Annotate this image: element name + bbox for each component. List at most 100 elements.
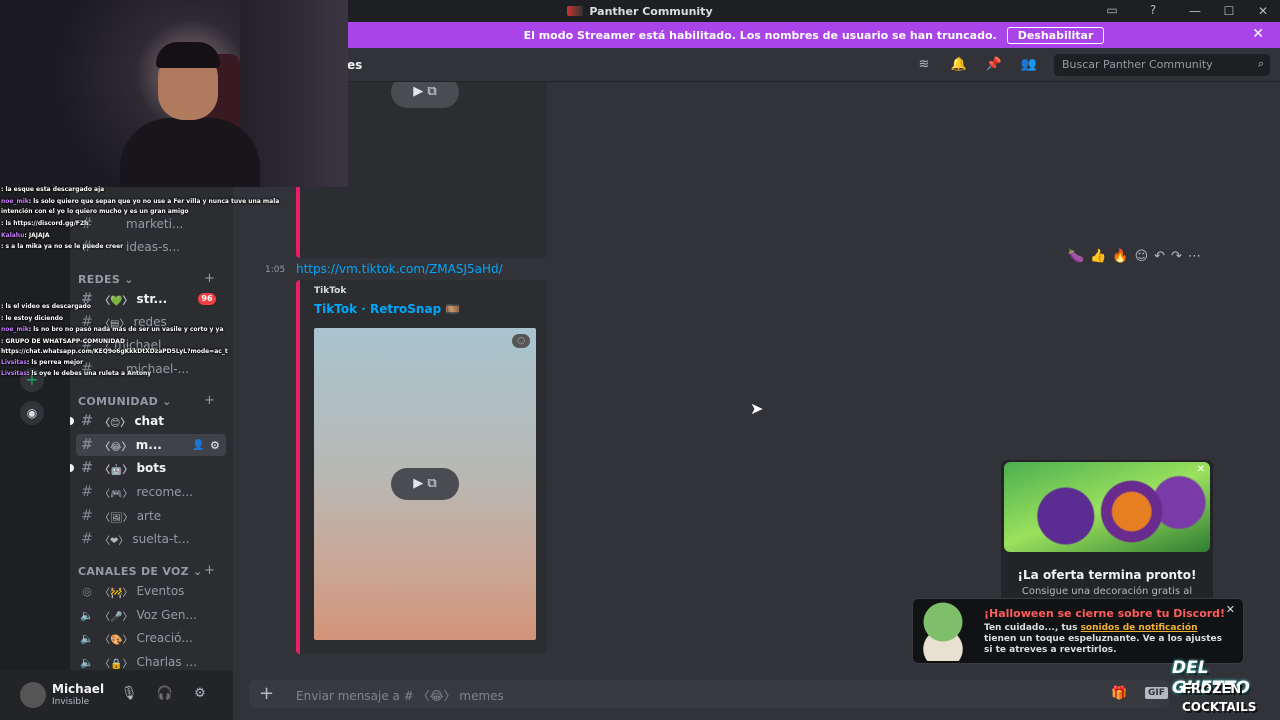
offer-title: ¡La oferta termina pronto! [1017, 568, 1197, 582]
user-panel: Michael Invisible 🎙 🎧 ⚙ [0, 670, 233, 720]
fire-reaction-icon[interactable]: 🔥 [1112, 249, 1128, 264]
thumbs-up-reaction-icon[interactable]: 👍 [1090, 249, 1106, 264]
close-window-button[interactable]: ✕ [1246, 4, 1280, 18]
close-icon[interactable]: ✕ [1226, 603, 1235, 616]
webcam-person-hair [156, 42, 220, 68]
channel-recomendaciones[interactable]: # 〈🎮〉 recome... [76, 481, 226, 503]
embed-title[interactable]: TikTok · RetroSnap 🎞️ [314, 302, 460, 316]
watermark-line2: FROZEN [1182, 682, 1242, 697]
chat-line: noe_mik: ls solo quiero que sepan que yo… [1, 198, 280, 205]
channel-label: chat [134, 414, 164, 428]
notice-text: Ten cuidado..., tus sonidos de notificac… [984, 623, 1229, 656]
channel-emoji: 〈🤖〉 [100, 464, 133, 476]
message-timestamp: 1:05 [265, 265, 286, 275]
window-title: Panther Community [567, 4, 713, 18]
notice-text-after: tienen un toque espeluznante. Ve a los a… [984, 634, 1223, 655]
message-link[interactable]: https://vm.tiktok.com/ZMASJ5aHd/ [296, 262, 503, 276]
inbox-icon[interactable]: ▭ [1103, 3, 1121, 19]
banner-text: El modo Streamer está habilitado. Los no… [523, 28, 997, 42]
stream-chat-overlay: : la esque esta descargado aja noe_mik: … [0, 186, 279, 381]
message-input[interactable]: + Enviar mensaje a # 〈😂〉 memes 🎁 GIF [249, 680, 1169, 708]
window-controls: — ☐ ✕ [1178, 0, 1280, 22]
invite-icon[interactable]: 👤 [192, 440, 204, 451]
channel-label: Charlas ... [136, 655, 197, 669]
channel-memes[interactable]: # 〈😂〉 m... 👤 ⚙ [76, 434, 226, 456]
voice-creacion[interactable]: 🔈 〈🎨〉 Creació... [76, 627, 226, 649]
channel-suelta[interactable]: # 〈❤〉 suelta-t... [76, 528, 226, 550]
add-channel-icon[interactable]: + [204, 563, 215, 578]
more-icon[interactable]: ⋯ [1188, 249, 1201, 264]
gif-button[interactable]: GIF [1145, 687, 1168, 699]
microphone-icon[interactable]: 🎙 [120, 686, 138, 704]
eggplant-reaction-icon[interactable]: 🍆 [1068, 249, 1084, 264]
chat-line: : la esque esta descargado aja [1, 186, 105, 193]
play-button[interactable]: ▶ ⧉ [391, 82, 459, 108]
chat-line: noe_mik: ls no bro no pasó nada más de s… [1, 326, 224, 333]
speaker-icon: 🔈 [80, 608, 94, 622]
embed-provider: TikTok [314, 286, 347, 296]
banner-close-icon[interactable]: ✕ [1252, 26, 1264, 42]
category-voice[interactable]: CANALES DE VOZ ⌄ [78, 565, 203, 578]
gift-icon[interactable]: 🎁 [1111, 686, 1127, 701]
threads-icon[interactable]: ≋ [915, 57, 933, 73]
gear-icon[interactable]: ⚙ [191, 686, 209, 704]
chat-line: Kalahu: JAJAJA [1, 232, 50, 239]
add-channel-icon[interactable]: + [204, 393, 215, 408]
webcam-overlay [0, 0, 348, 187]
channel-chat[interactable]: # 〈😊〉 chat [70, 410, 226, 432]
play-button[interactable]: ▶ ⧉ [391, 468, 459, 500]
speaker-locked-icon: 🔈 [80, 631, 94, 645]
channel-label: Voz Gen... [136, 608, 197, 622]
gear-icon[interactable]: ⚙ [210, 439, 220, 452]
hash-icon: # [81, 413, 93, 429]
avatar[interactable] [20, 682, 46, 708]
close-icon[interactable]: ✕ [1197, 464, 1205, 475]
channel-emoji: 〈😂〉 [100, 441, 132, 453]
message-actions: 🍆 👍 🔥 ☺ ↶ ↷ ⋯ [1068, 245, 1201, 267]
headphones-icon[interactable]: 🎧 [156, 686, 174, 704]
minimize-button[interactable]: — [1178, 4, 1212, 18]
video-thumbnail[interactable]: ◌ ▶ ⧉ [314, 328, 536, 640]
bell-icon[interactable]: 🔔 [950, 57, 968, 73]
channel-label: recome... [136, 485, 193, 499]
category-comunidad[interactable]: COMUNIDAD ⌄ [78, 395, 172, 408]
forward-icon[interactable]: ↷ [1171, 249, 1182, 264]
channel-bots[interactable]: # 〈🤖〉 bots [70, 457, 226, 479]
discord-window: Panther Community ▭ ? — ☐ ✕ El modo Stre… [0, 0, 1280, 720]
channel-label: m... [135, 438, 162, 452]
stage-icon: ◎ [82, 584, 92, 598]
attach-icon[interactable]: + [259, 683, 274, 704]
speaker-locked-icon: 🔈 [80, 655, 94, 669]
offer-card[interactable]: ✕ ¡La oferta termina pronto! Consigue un… [1001, 460, 1213, 610]
members-icon[interactable]: 👥 [1020, 57, 1038, 73]
user-name: Michael [52, 682, 105, 696]
notification-sounds-link[interactable]: sonidos de notificación [1081, 623, 1198, 633]
streamer-mode-banner: El modo Streamer está habilitado. Los no… [348, 22, 1280, 48]
chat-line: https://chat.whatsapp.com/KEQ9o6gKkkDtXD… [1, 348, 228, 355]
message-placeholder: Enviar mensaje a # 〈😂〉 memes [296, 689, 504, 703]
reply-icon[interactable]: ↶ [1154, 249, 1165, 264]
voice-general[interactable]: 🔈 〈🎤〉 Voz Gen... [76, 604, 226, 626]
stream-watermark-logo: DEL GHETTO FROZEN COCKTAILS [1170, 656, 1278, 718]
channel-emoji: 〈😊〉 [100, 417, 131, 429]
channel-label: suelta-t... [132, 532, 190, 546]
channel-arte[interactable]: # 〈🖼〉 arte [76, 505, 226, 527]
discover-icon[interactable]: ◉ [20, 401, 44, 425]
disable-streamer-button[interactable]: Deshabilitar [1006, 26, 1105, 44]
voice-eventos[interactable]: ◎ 〈🚧〉 Eventos [76, 580, 226, 602]
unread-pip [70, 464, 74, 472]
search-input[interactable]: Buscar Panther Community ⌕ [1054, 54, 1270, 76]
add-reaction-icon[interactable]: ☺ [1135, 249, 1149, 264]
halloween-notice: ¡Halloween se cierne sobre tu Discord! T… [912, 598, 1244, 664]
tiktok-embed: TikTok TikTok · RetroSnap 🎞️ ◌ ▶ ⧉ [296, 280, 547, 654]
maximize-button[interactable]: ☐ [1212, 4, 1246, 18]
channel-title: es [347, 58, 363, 72]
chat-line: Livsitas: ls oye le debes una ruleta a A… [1, 370, 152, 377]
chat-line: Livsitas: ls perrea mejor [1, 359, 84, 366]
chat-line: : le estoy diciendo [1, 315, 64, 322]
channel-label: bots [136, 461, 167, 475]
window-title-text: Panther Community [589, 4, 713, 18]
pin-icon[interactable]: 📌 [985, 57, 1003, 73]
offer-text: Consigue una decoración gratis al [1021, 586, 1193, 597]
help-icon[interactable]: ? [1144, 3, 1162, 19]
